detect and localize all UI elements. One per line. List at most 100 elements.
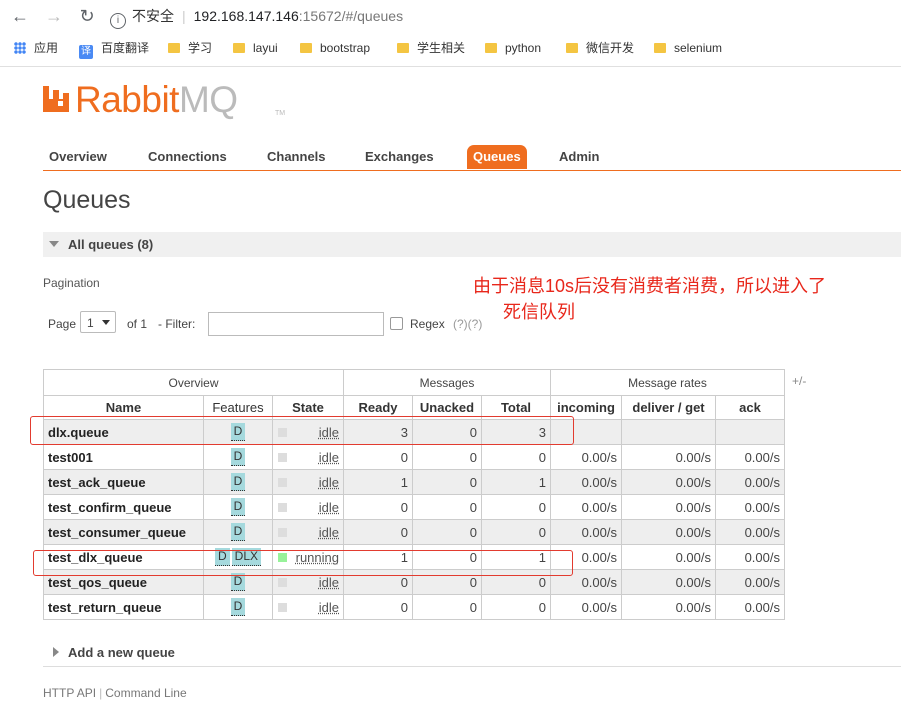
annotation-line-2: 死信队列 <box>503 302 575 322</box>
page-select-value: 1 <box>87 316 94 330</box>
bookmark-label: bootstrap <box>320 41 371 55</box>
queue-name-link[interactable]: test_consumer_queue <box>43 519 204 545</box>
ready-cell: 0 <box>343 594 413 620</box>
state-indicator <box>278 603 287 612</box>
bookmark-folder[interactable]: selenium <box>654 36 722 60</box>
ack-rate-cell: 0.00/s <box>715 494 785 520</box>
column-toggle-link[interactable]: +/- <box>792 374 806 388</box>
tab-exchanges[interactable]: Exchanges <box>359 145 440 169</box>
table-row[interactable]: test_return_queue Didle 0 0 0 0.00/s 0.00/s 0.0… <box>43 594 785 620</box>
back-arrow-icon[interactable]: ← <box>10 6 30 26</box>
section-label: All queues (8) <box>68 237 154 252</box>
bookmark-folder[interactable]: bootstrap <box>300 36 370 60</box>
incoming-rate-cell: 0.00/s <box>550 494 622 520</box>
feature-tag[interactable]: D <box>230 598 246 616</box>
total-cell: 0 <box>481 519 551 545</box>
queue-name-link[interactable]: test_confirm_queue <box>43 494 204 520</box>
unacked-cell: 0 <box>412 519 482 545</box>
state-cell: idle <box>272 519 344 545</box>
table-row[interactable]: test_consumer_queue Didle 0 0 0 0.00/s 0.00/s 0… <box>43 519 785 545</box>
http-api-link[interactable]: HTTP API <box>43 686 96 700</box>
collapse-triangle-icon <box>49 241 59 247</box>
feature-tag[interactable]: D <box>230 448 246 466</box>
state-indicator <box>278 528 287 537</box>
address-bar[interactable]: i 不安全 | 192.168.147.146:15672/#/queues <box>110 4 900 29</box>
table-row[interactable]: test_ack_queue Didle 1 0 1 0.00/s 0.00/s 0.00/s <box>43 469 785 495</box>
add-queue-toggle[interactable]: Add a new queue <box>43 640 901 667</box>
page-select[interactable]: 1 <box>80 311 116 333</box>
col-deliver-get[interactable]: deliver / get <box>621 395 716 420</box>
col-ack[interactable]: ack <box>715 395 785 420</box>
regex-checkbox[interactable] <box>390 317 403 330</box>
state-cell: idle <box>272 444 344 470</box>
logo-rabbit: Rabbit <box>75 79 179 120</box>
total-cell: 0 <box>481 594 551 620</box>
ready-cell: 0 <box>343 494 413 520</box>
bookmark-folder[interactable]: 学习 <box>168 36 212 60</box>
bookmarks-bar: 应用 译百度翻译 学习 layui bootstrap 学生相关 python … <box>0 36 901 60</box>
logo-text: RabbitMQ <box>75 80 238 120</box>
url-host: 192.168.147.146 <box>193 8 299 24</box>
feature-tag[interactable]: D <box>230 473 246 491</box>
filter-input[interactable] <box>208 312 384 336</box>
table-row[interactable]: test001 Didle 0 0 0 0.00/s 0.00/s 0.00/s <box>43 444 785 470</box>
footer-links: HTTP API | Command Line <box>43 686 187 700</box>
state-indicator <box>278 503 287 512</box>
annotation-line-1: 由于消息10s后没有消费者消费，所以进入了 <box>473 276 827 296</box>
unacked-cell: 0 <box>412 494 482 520</box>
feature-tag[interactable]: D <box>230 498 246 516</box>
add-queue-label: Add a new queue <box>68 645 175 660</box>
reload-icon[interactable]: ↻ <box>77 6 97 26</box>
ready-cell: 1 <box>343 469 413 495</box>
browser-toolbar: ← → ↻ i 不安全 | 192.168.147.146:15672/#/queue… <box>0 0 901 33</box>
queue-name-link[interactable]: test_return_queue <box>43 594 204 620</box>
total-cell: 0 <box>481 494 551 520</box>
deliver-rate-cell: 0.00/s <box>621 594 716 620</box>
tab-channels[interactable]: Channels <box>261 145 332 169</box>
tab-connections[interactable]: Connections <box>142 145 233 169</box>
tab-admin[interactable]: Admin <box>553 145 605 169</box>
ack-rate-cell: 0.00/s <box>715 594 785 620</box>
tab-overview[interactable]: Overview <box>43 145 113 169</box>
table-row[interactable]: test_confirm_queue Didle 0 0 0 0.00/s 0.00/s 0.… <box>43 494 785 520</box>
regex-help-link[interactable]: (?)(?) <box>453 311 482 337</box>
bookmark-label: python <box>505 41 542 55</box>
tab-queues[interactable]: Queues <box>467 145 527 169</box>
feature-tag[interactable]: D <box>230 523 246 541</box>
state-text: idle <box>318 475 339 490</box>
footer-separator: | <box>99 686 103 700</box>
queue-name-link[interactable]: test001 <box>43 444 204 470</box>
bookmark-folder[interactable]: layui <box>233 36 278 60</box>
bookmark-label: layui <box>253 41 278 55</box>
url-path: :15672/#/queues <box>298 8 404 24</box>
features-cell: D <box>203 469 273 495</box>
incoming-rate-cell: 0.00/s <box>550 444 622 470</box>
regex-label: Regex <box>410 317 445 331</box>
annotation-note: 由于消息10s后没有消费者消费，所以进入了 死信队列 <box>473 273 826 325</box>
pagination-label: Pagination <box>43 276 100 290</box>
bookmark-folder[interactable]: python <box>485 36 541 60</box>
deliver-rate-cell: 0.00/s <box>621 469 716 495</box>
browser-divider <box>0 66 901 67</box>
incoming-rate-cell: 0.00/s <box>550 519 622 545</box>
chevron-down-icon <box>102 320 110 325</box>
all-queues-toggle[interactable]: All queues (8) <box>43 232 901 257</box>
unacked-cell: 0 <box>412 444 482 470</box>
deliver-rate-cell: 0.00/s <box>621 544 716 570</box>
forward-arrow-icon[interactable]: → <box>44 6 64 26</box>
deliver-rate-cell: 0.00/s <box>621 519 716 545</box>
page-label: Page <box>48 317 77 331</box>
features-cell: D <box>203 594 273 620</box>
info-icon[interactable]: i <box>110 13 126 29</box>
bookmark-folder[interactable]: 学生相关 <box>397 36 465 60</box>
bookmark-apps[interactable]: 应用 <box>14 36 58 60</box>
bookmark-label: selenium <box>674 41 723 55</box>
unacked-cell: 0 <box>412 469 482 495</box>
logo-mq: MQ <box>178 79 238 120</box>
bookmark-baidu-translate[interactable]: 译百度翻译 <box>79 36 149 60</box>
filter-label: - Filter: <box>158 317 196 331</box>
queue-name-link[interactable]: test_ack_queue <box>43 469 204 495</box>
command-line-link[interactable]: Command Line <box>105 686 186 700</box>
bookmark-label: 微信开发 <box>586 41 635 55</box>
bookmark-folder[interactable]: 微信开发 <box>566 36 634 60</box>
